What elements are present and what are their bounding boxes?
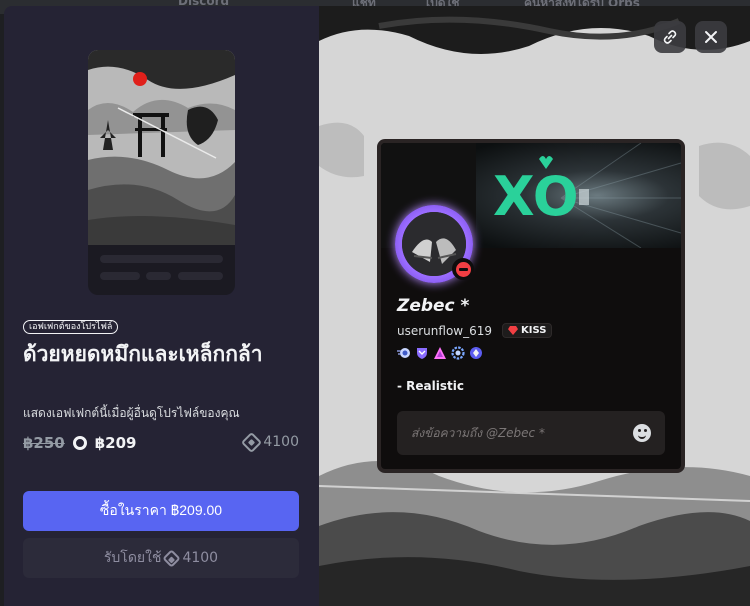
close-button[interactable] [695, 21, 727, 53]
item-type-tag: เอฟเฟกต์ของโปรไฟล์ [23, 320, 119, 334]
effect-preview-card [88, 50, 235, 295]
triangle-badge-icon[interactable] [433, 346, 447, 360]
clan-tag-label: KISS [521, 325, 547, 336]
diamond-badge-icon[interactable] [469, 346, 483, 360]
shield-badge-icon[interactable] [415, 346, 429, 360]
preview-placeholder-bar [100, 272, 140, 280]
orb-icon [241, 431, 263, 453]
buy-button[interactable]: ซื้อในราคา ฿209.00 [23, 491, 299, 531]
emoji-icon[interactable] [633, 424, 651, 442]
redeem-with-orbs-button[interactable]: รับโดยใช้ 4100 [23, 538, 299, 578]
display-name: Zebec * [397, 296, 470, 316]
profile-bio: - Realistic [397, 379, 464, 393]
speed-badge-icon[interactable] [397, 346, 411, 360]
profile-effect-modal: เอฟเฟกต์ของโปรไฟล์ ด้วยหยดหมึกและเหล็กกล… [4, 6, 750, 606]
link-icon [663, 30, 677, 44]
redeem-label: รับโดยใช้ [103, 550, 162, 566]
message-placeholder: ส่งข้อความถึง @Zebec * [411, 425, 545, 440]
orb-icon [162, 548, 182, 568]
product-details-panel: เอฟเฟกต์ของโปรไฟล์ ด้วยหยดหมึกและเหล็กกล… [4, 6, 319, 606]
original-price: ฿250 [23, 434, 65, 452]
status-indicator [452, 258, 474, 280]
ring-badge-icon[interactable] [451, 346, 465, 360]
clan-tag[interactable]: KISS [502, 323, 553, 338]
banner-text: XO [493, 165, 579, 228]
nitro-icon [72, 436, 87, 450]
orb-price-value: 4100 [263, 434, 299, 450]
preview-placeholder-bar [146, 272, 171, 280]
product-description: แสดงเอฟเฟกต์นี้เมื่อผู้อื่นดูโปรไฟล์ของค… [23, 406, 240, 420]
ink-effect-preview-image [88, 50, 235, 245]
preview-placeholder-bar [100, 255, 223, 263]
price-row: ฿250 ฿209 [23, 434, 137, 452]
profile-card: XO Zebec * userunflow_619 KISS - Realist… [377, 139, 685, 473]
effect-showcase-panel: XO Zebec * userunflow_619 KISS - Realist… [319, 6, 750, 606]
username-row: userunflow_619 KISS [397, 323, 553, 338]
do-not-disturb-icon [455, 261, 471, 277]
copy-link-button[interactable] [654, 21, 686, 53]
message-input[interactable]: ส่งข้อความถึง @Zebec * [397, 411, 665, 455]
gem-icon [508, 326, 519, 335]
orb-price: 4100 [241, 431, 299, 453]
redeem-orb-amount: 4100 [182, 550, 219, 566]
close-icon [705, 31, 717, 43]
username: userunflow_619 [397, 323, 493, 338]
profile-badges [397, 346, 483, 360]
preview-placeholder-bar [178, 272, 223, 280]
nitro-price: ฿209 [94, 434, 137, 452]
product-title: ด้วยหยดหมึกและเหล็กกล้า [23, 342, 263, 366]
